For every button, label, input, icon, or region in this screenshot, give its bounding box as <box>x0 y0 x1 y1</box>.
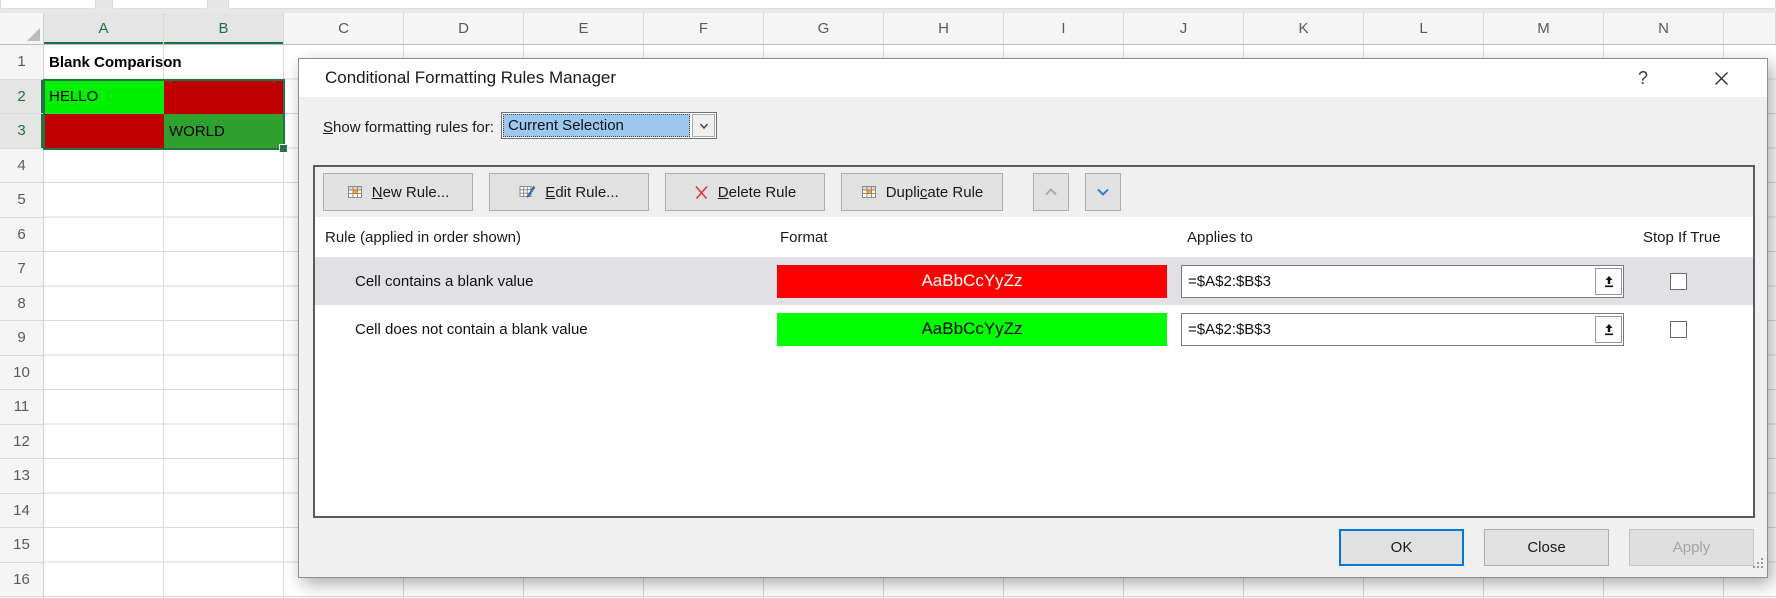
help-icon: ? <box>1638 68 1648 89</box>
x-icon <box>1714 71 1729 86</box>
resize-grip-icon[interactable] <box>1751 556 1764 574</box>
table-pencil-icon <box>519 184 536 200</box>
rules-list-area: Rule (applied in order shown) Format App… <box>315 217 1753 516</box>
move-up-button[interactable] <box>1033 173 1069 211</box>
duplicate-rule-button[interactable]: Duplicate Rule <box>841 173 1003 211</box>
edit-rule-label: Edit Rule... <box>545 184 618 201</box>
column-header-g[interactable]: G <box>764 13 884 44</box>
select-all-corner[interactable] <box>0 13 44 44</box>
ok-button[interactable]: OK <box>1339 529 1464 566</box>
row-header-6[interactable]: 6 <box>0 218 43 253</box>
applies-to-input[interactable]: =$A$2:$B$3 <box>1181 313 1624 346</box>
rule-row-1[interactable]: Cell contains a blank value AaBbCcYyZz =$A… <box>315 257 1753 305</box>
row-header-14[interactable]: 14 <box>0 494 43 529</box>
apply-button[interactable]: Apply <box>1629 529 1754 566</box>
close-button[interactable] <box>1705 65 1737 92</box>
show-formatting-rules-label: Show formatting rules for: <box>323 119 494 136</box>
row-header-1[interactable]: 1 <box>0 45 43 80</box>
column-header-n[interactable]: N <box>1604 13 1724 44</box>
selection-rectangle <box>43 79 285 150</box>
row-header-7[interactable]: 7 <box>0 252 43 287</box>
rule-row-2[interactable]: Cell does not contain a blank value AaBbC… <box>315 305 1753 353</box>
column-header-d[interactable]: D <box>404 13 524 44</box>
edit-rule-button[interactable]: Edit Rule... <box>489 173 649 211</box>
collapse-dialog-button[interactable] <box>1595 268 1622 295</box>
duplicate-rule-label: Duplicate Rule <box>886 184 984 201</box>
column-header-c[interactable]: C <box>284 13 404 44</box>
rule-column-header: Rule (applied in order shown) <box>315 229 766 246</box>
insert-function-box-edge <box>112 0 208 9</box>
column-header-h[interactable]: H <box>884 13 1004 44</box>
dialog-titlebar[interactable]: Conditional Formatting Rules Manager ? <box>299 59 1767 97</box>
chevron-down-icon <box>1095 185 1111 199</box>
row-header-10[interactable]: 10 <box>0 356 43 391</box>
chevron-down-icon <box>698 120 710 132</box>
rules-panel: New Rule... Edit Rule... Delete Rule <box>313 165 1755 518</box>
stop-if-true-checkbox[interactable] <box>1670 321 1687 338</box>
row-header-11[interactable]: 11 <box>0 390 43 425</box>
format-preview: AaBbCcYyZz <box>777 265 1167 298</box>
rule-name: Cell contains a blank value <box>315 273 766 290</box>
formula-bar-edge <box>228 0 1776 9</box>
applies-to-column-header: Applies to <box>1173 229 1631 246</box>
table-grid-icon <box>347 184 363 200</box>
row-header-16[interactable]: 16 <box>0 563 43 598</box>
format-column-header: Format <box>766 229 1173 246</box>
column-header-k[interactable]: K <box>1244 13 1364 44</box>
stop-if-true-column-header: Stop If True <box>1631 229 1753 246</box>
column-header-b[interactable]: B <box>164 13 284 44</box>
format-preview: AaBbCcYyZz <box>777 313 1167 346</box>
column-header-a[interactable]: A <box>44 13 164 44</box>
row-header-9[interactable]: 9 <box>0 321 43 356</box>
red-x-icon <box>694 185 709 200</box>
dialog-title: Conditional Formatting Rules Manager <box>325 68 616 88</box>
applies-to-value[interactable]: =$A$2:$B$3 <box>1183 273 1595 290</box>
collapse-dialog-arrow-icon <box>1602 322 1616 337</box>
scope-dropdown-value: Current Selection <box>503 114 690 137</box>
column-header-i[interactable]: I <box>1004 13 1124 44</box>
column-headers: ABCDEFGHIJKLMN <box>0 13 1776 45</box>
rules-toolbar: New Rule... Edit Rule... Delete Rule <box>315 167 1753 217</box>
rules-list: Cell contains a blank value AaBbCcYyZz =$A… <box>315 257 1753 353</box>
collapse-dialog-button[interactable] <box>1595 316 1622 343</box>
row-header-4[interactable]: 4 <box>0 149 43 184</box>
table-grid-icon <box>861 184 877 200</box>
stop-if-true-checkbox[interactable] <box>1670 273 1687 290</box>
column-header-f[interactable]: F <box>644 13 764 44</box>
delete-rule-button[interactable]: Delete Rule <box>665 173 825 211</box>
chevron-up-icon <box>1043 185 1059 199</box>
column-header-j[interactable]: J <box>1124 13 1244 44</box>
fill-handle[interactable] <box>279 144 288 153</box>
scope-dropdown[interactable]: Current Selection <box>501 112 717 139</box>
scope-dropdown-arrow-button[interactable] <box>692 114 715 137</box>
move-down-button[interactable] <box>1085 173 1121 211</box>
column-header-m[interactable]: M <box>1484 13 1604 44</box>
row-header-2[interactable]: 2 <box>0 80 43 115</box>
row-header-12[interactable]: 12 <box>0 425 43 460</box>
conditional-formatting-rules-manager-dialog: Conditional Formatting Rules Manager ? S… <box>298 58 1768 578</box>
column-header-partial[interactable] <box>1724 13 1776 44</box>
applies-to-value[interactable]: =$A$2:$B$3 <box>1183 321 1595 338</box>
dialog-footer: OK Close Apply <box>1339 529 1754 566</box>
column-header-e[interactable]: E <box>524 13 644 44</box>
help-button[interactable]: ? <box>1629 65 1657 92</box>
row-header-3[interactable]: 3 <box>0 114 43 149</box>
collapse-dialog-arrow-icon <box>1602 274 1616 289</box>
row-headers: 12345678910111213141516 <box>0 45 44 598</box>
delete-rule-label: Delete Rule <box>718 184 796 201</box>
column-header-l[interactable]: L <box>1364 13 1484 44</box>
new-rule-button[interactable]: New Rule... <box>323 173 473 211</box>
applies-to-input[interactable]: =$A$2:$B$3 <box>1181 265 1624 298</box>
cell-a1[interactable]: Blank Comparison <box>44 45 284 79</box>
row-header-13[interactable]: 13 <box>0 459 43 494</box>
rules-table-header: Rule (applied in order shown) Format App… <box>315 217 1753 257</box>
rule-name: Cell does not contain a blank value <box>315 321 766 338</box>
name-box-edge <box>0 0 96 9</box>
new-rule-label: New Rule... <box>372 184 450 201</box>
formula-bar-strip <box>0 0 1776 13</box>
close-dialog-button[interactable]: Close <box>1484 529 1609 566</box>
row-header-15[interactable]: 15 <box>0 528 43 563</box>
row-header-5[interactable]: 5 <box>0 183 43 218</box>
row-header-8[interactable]: 8 <box>0 287 43 322</box>
